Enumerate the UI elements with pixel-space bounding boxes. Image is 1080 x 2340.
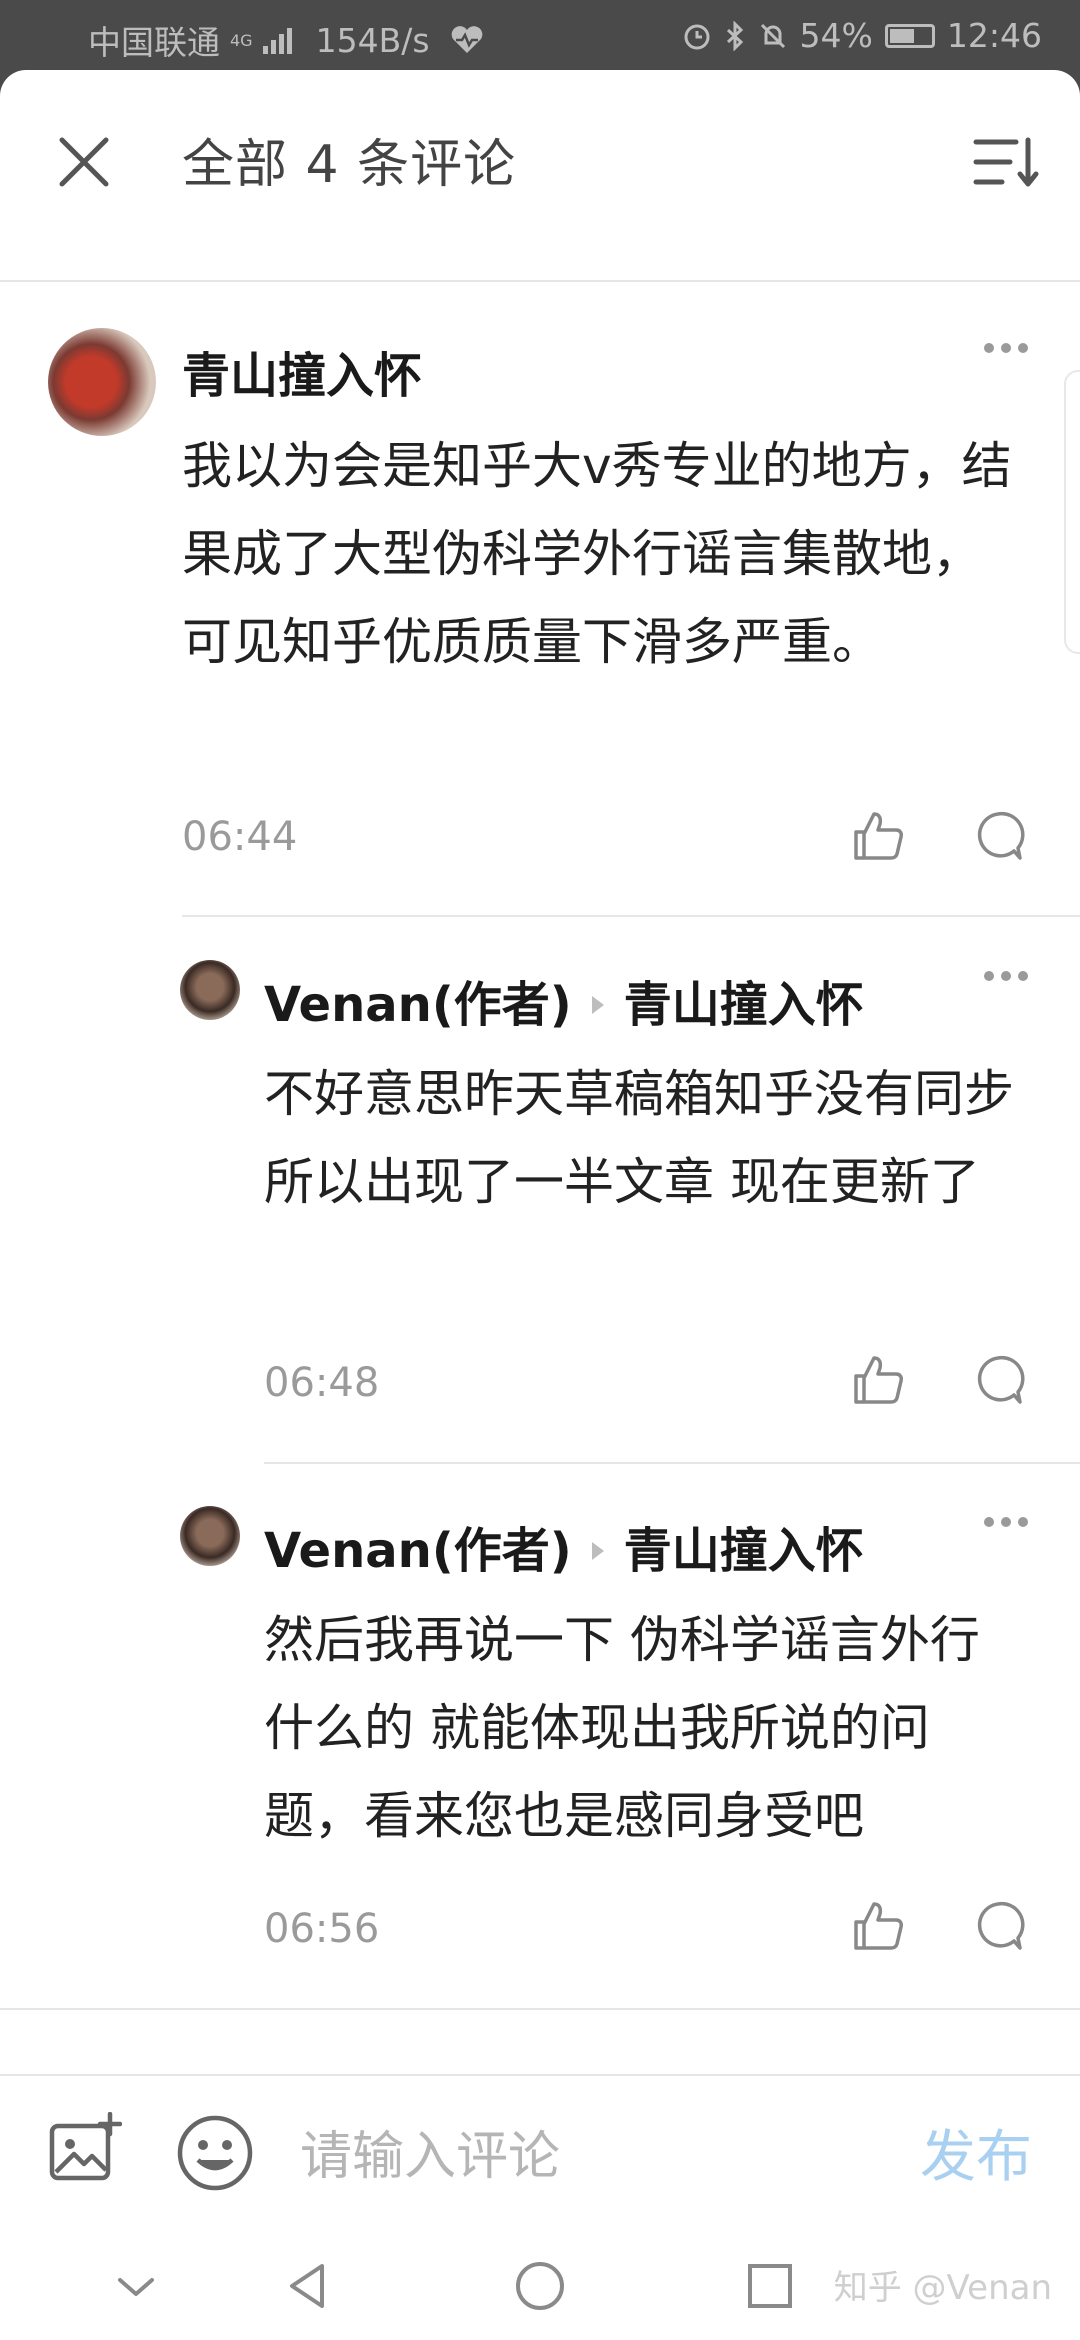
- status-bar: 中国联通 4G 154B/s 54% 12:46: [0, 0, 1080, 70]
- comment-input-bar: 请输入评论 发布: [0, 2074, 1080, 2218]
- reply-to-name[interactable]: 青山撞入怀: [624, 977, 864, 1033]
- reply-to-name[interactable]: 青山撞入怀: [624, 1523, 864, 1579]
- avatar[interactable]: [180, 960, 240, 1020]
- comment-time: 06:56: [264, 1906, 380, 1952]
- avatar[interactable]: [180, 1506, 240, 1566]
- back-triangle-icon[interactable]: [280, 2258, 336, 2314]
- reply-arrow-icon: [591, 1542, 604, 1560]
- thumbs-up-icon[interactable]: [850, 1898, 906, 1954]
- comment-body: 然后我再说一下 伪科学谣言外行什么的 就能体现出我所说的问题，看来您也是感同身受…: [264, 1611, 980, 1845]
- battery-percent: 54%: [799, 16, 873, 55]
- comment-author: Venan(作者) 青山撞入怀: [264, 1511, 864, 1581]
- comment-time: 06:44: [182, 814, 298, 860]
- comment-input[interactable]: 请输入评论: [300, 2114, 560, 2189]
- publish-button[interactable]: 发布: [920, 2112, 1032, 2193]
- divider: [0, 2008, 1080, 2010]
- sort-icon[interactable]: [972, 130, 1040, 194]
- emoji-icon[interactable]: [176, 2114, 254, 2192]
- more-icon[interactable]: [984, 338, 1040, 358]
- chevron-down-icon[interactable]: [108, 2258, 164, 2314]
- mute-bell-icon: [760, 23, 785, 48]
- more-icon[interactable]: [984, 966, 1040, 986]
- recents-square-icon[interactable]: [742, 2258, 798, 2314]
- reply-bubble-icon[interactable]: [970, 808, 1026, 864]
- net-speed: 154B/s: [315, 20, 430, 60]
- heart-monitor-icon: [451, 26, 482, 53]
- divider: [264, 1462, 1080, 1464]
- comment-body: 不好意思昨天草稿箱知乎没有同步所以出现了一半文章 现在更新了: [264, 1065, 1014, 1211]
- thumbs-up-icon[interactable]: [850, 1352, 906, 1408]
- network-type: 4G: [230, 30, 253, 50]
- comment-author: Venan(作者) 青山撞入怀: [264, 965, 864, 1035]
- sheet-header: 全部 4 条评论: [0, 70, 1080, 282]
- watermark: 知乎 @Venan: [833, 2268, 1052, 2308]
- reply-author-name[interactable]: Venan(作者): [264, 1523, 572, 1579]
- more-icon[interactable]: [984, 1512, 1040, 1532]
- home-circle-icon[interactable]: [512, 2258, 568, 2314]
- comments-sheet: 全部 4 条评论 青山撞入怀 我以为会是知乎大v秀专业的地方，结果成了大型伪科学…: [0, 70, 1080, 2340]
- image-upload-icon[interactable]: [48, 2112, 122, 2182]
- scroll-edge: [1064, 370, 1080, 654]
- signal-icon: [262, 26, 292, 54]
- clock: 12:46: [946, 16, 1042, 55]
- avatar[interactable]: [48, 328, 156, 436]
- system-nav-bar: 知乎 @Venan: [0, 2216, 1080, 2340]
- reply-bubble-icon[interactable]: [970, 1352, 1026, 1408]
- comment-body: 我以为会是知乎大v秀专业的地方，结果成了大型伪科学外行谣言集散地，可见知乎优质质…: [182, 437, 1012, 671]
- battery-icon: [884, 23, 935, 48]
- reply-author-name[interactable]: Venan(作者): [264, 977, 572, 1033]
- reply-arrow-icon: [591, 996, 604, 1014]
- carrier-label: 中国联通: [88, 23, 220, 62]
- divider: [182, 915, 1080, 917]
- comment-time: 06:48: [264, 1360, 380, 1406]
- alarm-icon: [684, 24, 710, 49]
- page-title: 全部 4 条评论: [182, 135, 517, 195]
- reply-bubble-icon[interactable]: [970, 1898, 1026, 1954]
- thumbs-up-icon[interactable]: [850, 808, 906, 864]
- comment-author[interactable]: 青山撞入怀: [182, 336, 422, 406]
- close-icon[interactable]: [52, 130, 116, 194]
- bluetooth-icon: [726, 20, 743, 51]
